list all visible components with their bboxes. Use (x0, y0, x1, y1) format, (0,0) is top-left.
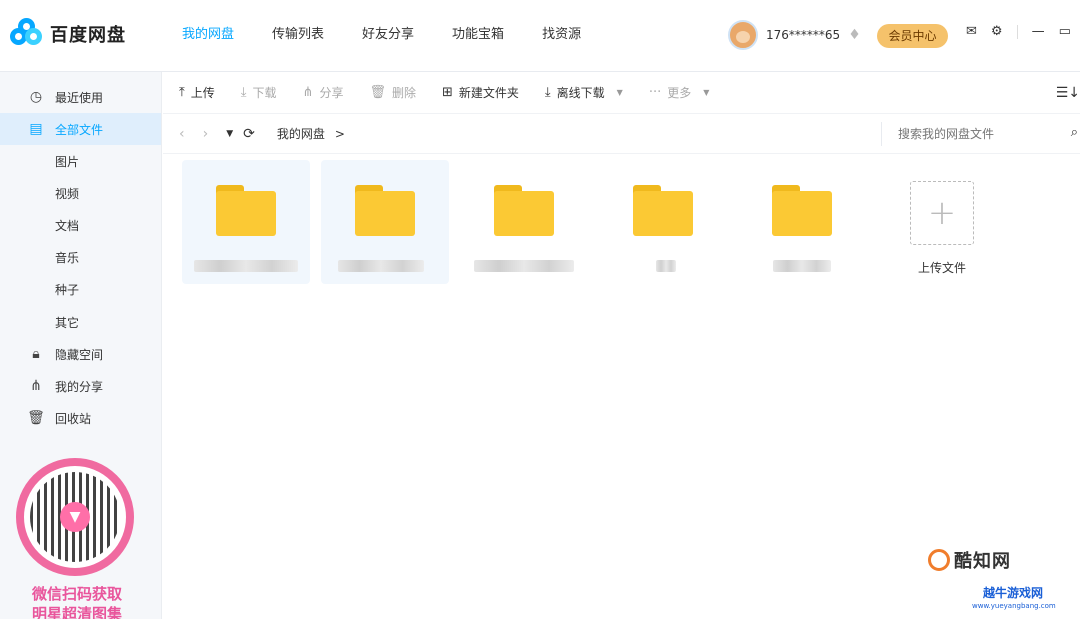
sidebar-item-label: 全部文件 (55, 122, 104, 137)
sidebar-item-videos[interactable]: 视频 (0, 177, 161, 209)
maximize-icon[interactable]: ▭ (1059, 24, 1071, 39)
download-icon: ⤓ (240, 85, 247, 100)
sidebar: ◷ 最近使用 ▤ 全部文件 图片 视频 文档 音乐 种子 其它 🔒︎ 隐藏空间 … (0, 72, 162, 619)
avatar[interactable] (728, 20, 758, 50)
watermark-url: www.yueyangbang.com (972, 602, 1056, 610)
folder-item[interactable] (321, 160, 449, 284)
sidebar-item-label: 我的分享 (55, 379, 104, 394)
offline-download-button[interactable]: ⤓ 离线下载 ▼ (545, 84, 623, 101)
watermark-circle-icon (928, 549, 950, 571)
window-controls: ✉ ⚙ — ▭ (966, 24, 1071, 39)
delete-button[interactable]: 🗑︎ 删除 (369, 84, 416, 101)
upload-button[interactable]: ⤒ 上传 (179, 84, 215, 101)
file-name-blurred (474, 260, 574, 272)
brand-logo-icon: ▼ (60, 502, 90, 532)
plus-icon: + (927, 193, 957, 233)
promo-line-2: 明星超清图集 (31, 605, 122, 619)
toolbar: ⤒ 上传 ⤓ 下载 ⋔ 分享 🗑︎ 删除 ⊞ 新建文件夹 ⤓ 离线下载 ▼ ··… (163, 72, 1080, 114)
promo-line-1: 微信扫码获取 (31, 585, 122, 603)
sidebar-item-hidden-space[interactable]: 🔒︎ 隐藏空间 (0, 338, 161, 370)
chevron-down-icon: ▼ (703, 88, 710, 97)
folder-item[interactable] (738, 160, 866, 284)
app-logo[interactable]: 百度网盘 (10, 18, 126, 50)
share-icon: ⋔ (302, 85, 314, 100)
file-name-blurred (338, 260, 424, 272)
upload-file-tile[interactable]: + (910, 181, 974, 245)
sidebar-item-label: 最近使用 (55, 90, 104, 105)
tab-toolbox[interactable]: 功能宝箱 (442, 0, 514, 72)
sidebar-item-torrents[interactable]: 种子 (0, 273, 161, 305)
new-folder-button[interactable]: ⊞ 新建文件夹 (442, 84, 519, 101)
watermark-logo: 酷知网 (928, 547, 1011, 573)
tab-transfer-list[interactable]: 传输列表 (262, 0, 334, 72)
chevron-down-icon: ▼ (616, 88, 623, 97)
qr-code-image: ▼ (16, 458, 134, 576)
share-icon: ⋔ (30, 378, 42, 394)
minimize-icon[interactable]: — (1032, 24, 1045, 39)
sidebar-item-recycle-bin[interactable]: 🗑︎ 回收站 (0, 402, 161, 434)
top-bar: 百度网盘 我的网盘 传输列表 好友分享 功能宝箱 找资源 176******65… (0, 0, 1080, 72)
new-folder-icon: ⊞ (441, 85, 453, 100)
document-icon: ▤ (29, 121, 43, 137)
file-name-blurred (194, 260, 298, 272)
promo-qr-code[interactable]: ▼ 微信扫码获取 明星超清图集 (16, 458, 138, 619)
history-dropdown-icon[interactable]: ▼ (226, 129, 233, 139)
upload-file-label[interactable]: 上传文件 (906, 259, 978, 276)
sort-icon[interactable]: ☰↓ (1056, 85, 1080, 101)
baidu-cloud-logo-icon (10, 18, 42, 50)
promo-text: 微信扫码获取 明星超清图集 (16, 584, 138, 619)
forward-icon[interactable]: › (203, 126, 209, 142)
file-name-blurred (656, 260, 676, 272)
username: 176******65 (766, 28, 841, 42)
download-button[interactable]: ⤓ 下载 (241, 84, 277, 101)
tab-friend-share[interactable]: 好友分享 (352, 0, 424, 72)
folder-icon (772, 185, 832, 236)
divider (1016, 24, 1018, 39)
folder-icon (216, 185, 276, 236)
download-icon: ⤓ (544, 85, 551, 100)
trash-icon: 🗑︎ (27, 410, 45, 426)
clock-icon: ◷ (29, 89, 43, 105)
vip-center-button[interactable]: 会员中心 (877, 24, 948, 48)
main-nav: 我的网盘 传输列表 好友分享 功能宝箱 找资源 (172, 0, 609, 72)
tab-find-resources[interactable]: 找资源 (532, 0, 591, 72)
folder-icon (355, 185, 415, 236)
back-icon[interactable]: ‹ (179, 126, 185, 142)
sidebar-item-music[interactable]: 音乐 (0, 241, 161, 273)
folder-icon (633, 185, 693, 236)
more-dots-icon: ··· (648, 85, 662, 100)
refresh-icon[interactable]: ⟳ (243, 126, 255, 142)
sidebar-item-label: 隐藏空间 (55, 347, 104, 362)
sidebar-item-other[interactable]: 其它 (0, 306, 161, 338)
folder-item[interactable] (460, 160, 588, 284)
sidebar-item-label: 回收站 (55, 411, 92, 426)
folder-item[interactable] (599, 160, 727, 284)
app-name: 百度网盘 (50, 25, 126, 46)
search-icon[interactable]: ⌕ (1071, 125, 1078, 140)
search-box[interactable]: ⌕ (881, 122, 1080, 146)
sidebar-item-my-shares[interactable]: ⋔ 我的分享 (0, 370, 161, 402)
sidebar-item-all-files[interactable]: ▤ 全部文件 (0, 113, 161, 145)
user-info[interactable]: 176******65 ♦ (728, 20, 861, 50)
more-button[interactable]: ··· 更多 ▼ (649, 84, 710, 101)
lock-icon: 🔒︎ (32, 346, 40, 362)
trash-icon: 🗑︎ (369, 85, 386, 100)
sidebar-item-images[interactable]: 图片 (0, 145, 161, 177)
breadcrumb-separator: > (334, 126, 345, 141)
mail-icon[interactable]: ✉ (966, 24, 977, 39)
diamond-icon: ♦ (848, 27, 861, 43)
folder-icon (494, 185, 554, 236)
share-button[interactable]: ⋔ 分享 (303, 84, 344, 101)
sidebar-item-docs[interactable]: 文档 (0, 209, 161, 241)
watermark-site: 越牛游戏网 (983, 586, 1044, 600)
upload-icon: ⤒ (179, 85, 185, 100)
file-name-blurred (773, 260, 831, 272)
tab-my-drive[interactable]: 我的网盘 (172, 0, 244, 72)
gear-icon[interactable]: ⚙ (991, 24, 1003, 39)
search-input[interactable] (898, 127, 1048, 141)
path-bar: ‹ › ▼ ⟳ 我的网盘 > ⌕ (163, 114, 1080, 154)
sidebar-item-recent[interactable]: ◷ 最近使用 (0, 81, 161, 113)
folder-item[interactable] (182, 160, 310, 284)
breadcrumb[interactable]: 我的网盘 (277, 125, 325, 142)
